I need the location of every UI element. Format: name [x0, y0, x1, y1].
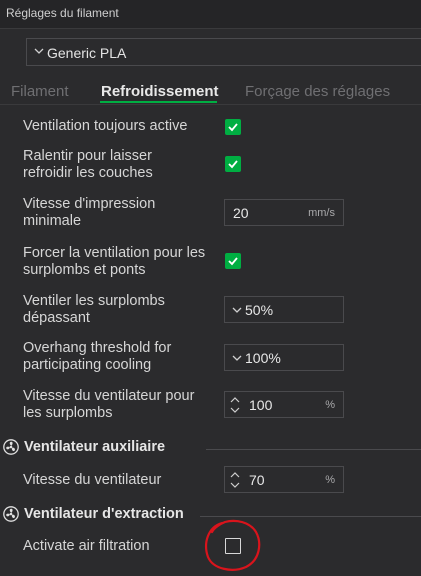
overhang-threshold-select[interactable]: 100%	[224, 344, 344, 371]
active-tab-indicator	[100, 101, 217, 103]
min-speed-label-line2: minimale	[23, 213, 82, 229]
preset-value: Generic PLA	[47, 45, 127, 61]
chevron-down-icon	[232, 307, 242, 313]
window-title: Réglages du filament	[6, 6, 119, 20]
slow-down-label-line2: refroidir les couches	[23, 165, 153, 181]
chevron-down-icon	[232, 355, 242, 361]
overhang-threshold-label-line1: Overhang threshold for	[23, 340, 172, 356]
aux-fan-speed-value: 70	[249, 472, 265, 488]
aux-fan-title: Ventilateur auxiliaire	[24, 439, 166, 455]
overhang-fan-speed-value: 100	[249, 397, 273, 413]
chevron-down-icon	[34, 48, 44, 54]
tab-filament[interactable]: Filament	[11, 83, 69, 100]
overhang-fan-speed-spinbox[interactable]: 100 %	[224, 391, 344, 418]
aux-fan-speed-spinbox[interactable]: 70 %	[224, 466, 344, 493]
slow-down-label-line1: Ralentir pour laisser	[23, 148, 152, 164]
overhang-fan-speed-label-line2: les surplombs	[23, 405, 113, 421]
overhang-fan-speed-label-line1: Vitesse du ventilateur pour	[23, 388, 195, 404]
min-speed-input[interactable]: 20 mm/s	[224, 199, 344, 226]
overhang-threshold-value: 100%	[245, 350, 281, 366]
fan-always-on-label: Ventilation toujours active	[23, 118, 188, 134]
min-speed-label-line1: Vitesse d'impression	[23, 196, 156, 212]
check-icon	[228, 160, 238, 169]
tab-divider	[0, 104, 421, 105]
spin-arrows-icon[interactable]	[230, 396, 240, 414]
fan-icon	[3, 439, 19, 455]
overhang-fan-speed-unit: %	[325, 399, 335, 411]
aux-fan-divider	[206, 449, 421, 450]
overhang-cooling-label-line1: Ventiler les surplombs	[23, 293, 165, 309]
annotation-circle	[205, 519, 261, 571]
force-cooling-label-line1: Forcer la ventilation pour les	[23, 245, 206, 261]
min-speed-value: 20	[233, 205, 249, 221]
min-speed-unit: mm/s	[308, 207, 335, 219]
overhang-cooling-select[interactable]: 50%	[224, 296, 344, 323]
overhang-threshold-label-line2: participating cooling	[23, 357, 152, 373]
fan-always-on-checkbox[interactable]	[225, 119, 241, 135]
force-cooling-checkbox[interactable]	[225, 253, 241, 269]
force-cooling-label-line2: surplombs et ponts	[23, 262, 146, 278]
overhang-cooling-label-line2: dépassant	[23, 310, 90, 326]
aux-fan-speed-unit: %	[325, 474, 335, 486]
title-bar: Réglages du filament	[0, 0, 421, 29]
check-icon	[228, 257, 238, 266]
air-filtration-label: Activate air filtration	[23, 538, 150, 554]
filament-preset-select[interactable]: Generic PLA	[26, 38, 421, 66]
tab-cooling[interactable]: Refroidissement	[101, 83, 219, 100]
overhang-cooling-value: 50%	[245, 302, 274, 318]
tab-setting-overrides[interactable]: Forçage des réglages	[245, 83, 390, 100]
aux-fan-speed-label: Vitesse du ventilateur	[23, 472, 162, 488]
check-icon	[228, 123, 238, 132]
exhaust-fan-title: Ventilateur d'extraction	[24, 506, 184, 522]
slow-down-checkbox[interactable]	[225, 156, 241, 172]
fan-icon	[3, 506, 19, 522]
spin-arrows-icon[interactable]	[230, 471, 240, 489]
